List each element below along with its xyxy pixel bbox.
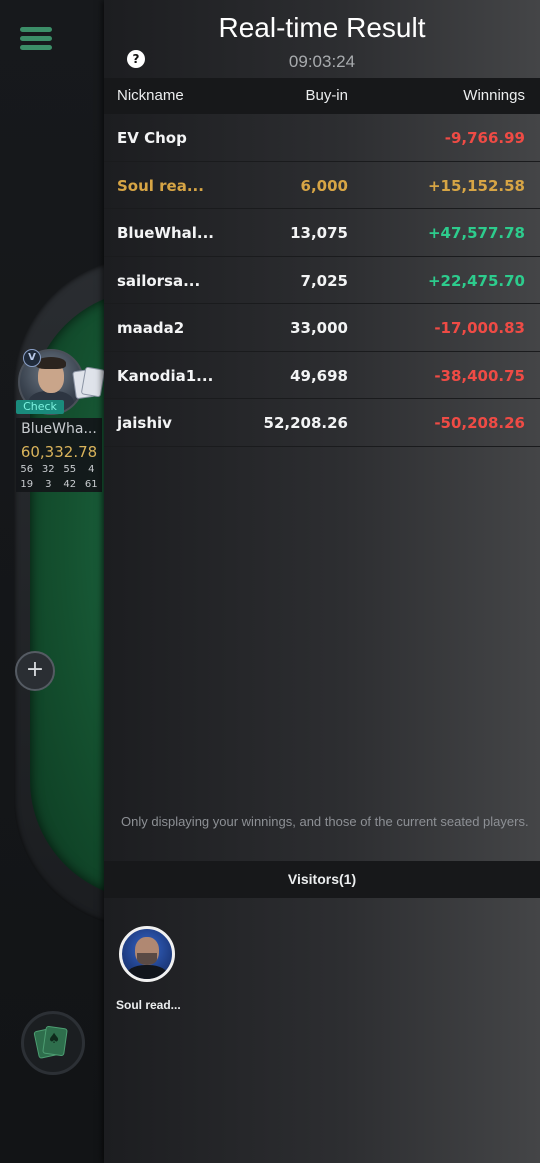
- table-row: EV Chop -9,766.99: [104, 114, 540, 162]
- hamburger-menu-icon[interactable]: [20, 27, 52, 55]
- player-name: BlueWha...: [21, 421, 97, 437]
- visitor-name: Soul read...: [116, 998, 181, 1012]
- table-row: jaishiv 52,208.26 -50,208.26: [104, 399, 540, 447]
- row-winnings: -50,208.26: [434, 414, 525, 432]
- row-winnings: +47,577.78: [427, 224, 525, 242]
- column-header-buyin: Buy-in: [305, 87, 348, 104]
- row-buyin: 49,698: [290, 366, 348, 385]
- visitors-header: Visitors(1): [104, 861, 540, 898]
- player-stack: 60,332.78: [20, 443, 98, 461]
- row-buyin: 33,000: [290, 319, 348, 337]
- row-winnings: -38,400.75: [434, 366, 525, 385]
- row-nickname: Kanodia1...: [117, 366, 214, 385]
- column-header-nickname: Nickname: [117, 87, 184, 104]
- player-stat: 3: [45, 479, 52, 490]
- player-seat-info[interactable]: BlueWha... 60,332.78 56 32 55 4 19 3 42 …: [16, 418, 102, 492]
- row-nickname: BlueWhal...: [117, 224, 215, 242]
- plus-icon[interactable]: +: [15, 651, 55, 691]
- row-nickname: sailorsa...: [117, 271, 201, 290]
- cards-icon[interactable]: ♠: [21, 1011, 85, 1075]
- row-winnings: -9,766.99: [444, 129, 525, 147]
- row-buyin: 52,208.26: [263, 414, 348, 432]
- column-header-winnings: Winnings: [463, 87, 525, 104]
- row-nickname: jaishiv: [117, 414, 172, 432]
- row-buyin: 7,025: [300, 271, 348, 290]
- player-stats: 56 32 55 4 19 3 42 61: [16, 462, 102, 492]
- row-winnings: +15,152.58: [427, 176, 525, 195]
- table-row: maada2 33,000 -17,000.83: [104, 304, 540, 352]
- player-action-tag: Check: [16, 400, 64, 414]
- winnings-disclaimer: Only displaying your winnings, and those…: [121, 814, 529, 829]
- table-row: Kanodia1... 49,698 -38,400.75: [104, 352, 540, 399]
- real-time-result-panel: Real-time Result ? 09:03:24 Nickname Buy…: [104, 0, 540, 1163]
- visitor-avatar[interactable]: [119, 926, 175, 982]
- panel-title: Real-time Result: [218, 12, 426, 43]
- row-buyin: 6,000: [300, 176, 348, 195]
- player-stat: 61: [84, 479, 98, 490]
- table-row-self: Soul rea... 6,000 +15,152.58: [104, 162, 540, 209]
- row-nickname: EV Chop: [117, 129, 187, 147]
- hole-cards-icon: [72, 366, 104, 406]
- player-stat: 56: [20, 464, 34, 475]
- results-table-header: Nickname Buy-in Winnings: [104, 78, 540, 114]
- row-winnings: -17,000.83: [434, 319, 525, 337]
- table-row: sailorsa... 7,025 +22,475.70: [104, 257, 540, 304]
- player-stat: 19: [20, 479, 34, 490]
- row-nickname: maada2: [117, 319, 185, 337]
- player-stat: 4: [88, 464, 95, 475]
- player-stat: 55: [63, 464, 77, 475]
- vip-badge-icon: V: [23, 349, 41, 367]
- results-table-body: EV Chop -9,766.99 Soul rea... 6,000 +15,…: [104, 114, 540, 447]
- player-stat: 42: [63, 479, 77, 490]
- table-row: BlueWhal... 13,075 +47,577.78: [104, 209, 540, 257]
- row-winnings: +22,475.70: [427, 271, 525, 290]
- game-table-strip: V Check BlueWha... 60,332.78 56 32 55 4 …: [0, 0, 104, 1163]
- row-nickname: Soul rea...: [117, 176, 204, 195]
- player-stat: 32: [41, 464, 55, 475]
- row-buyin: 13,075: [290, 224, 348, 242]
- session-time: 09:03:24: [288, 52, 356, 71]
